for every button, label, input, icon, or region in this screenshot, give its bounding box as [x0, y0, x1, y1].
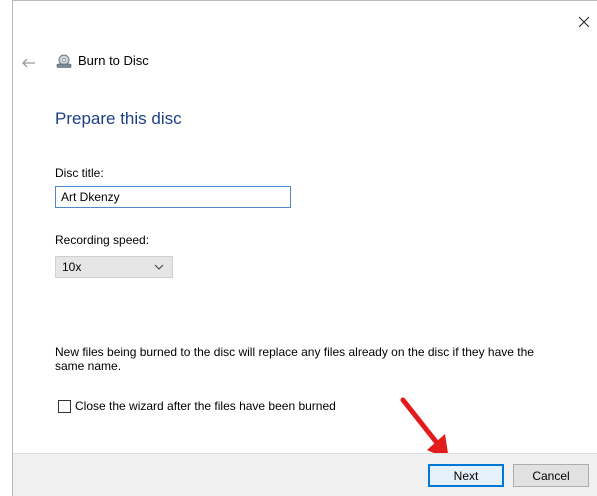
- disc-title-label: Disc title:: [55, 166, 104, 180]
- back-arrow-icon: [22, 58, 35, 68]
- app-title: Burn to Disc: [78, 53, 149, 68]
- page-title: Prepare this disc: [55, 109, 182, 128]
- wizard-footer: Next Cancel: [13, 453, 597, 496]
- recording-speed-value: 10x: [62, 260, 82, 274]
- close-button[interactable]: [571, 9, 597, 35]
- wizard-title-row: Burn to Disc: [56, 53, 149, 68]
- close-wizard-label: Close the wizard after the files have be…: [75, 399, 336, 413]
- close-wizard-option[interactable]: Close the wizard after the files have be…: [58, 399, 336, 413]
- burn-to-disc-window: Burn to Disc Prepare this disc Disc titl…: [12, 0, 597, 496]
- disc-title-input[interactable]: [55, 186, 291, 208]
- chevron-down-icon: [154, 264, 164, 270]
- next-button[interactable]: Next: [428, 464, 504, 487]
- replace-files-notice: New files being burned to the disc will …: [55, 345, 534, 373]
- close-icon: [578, 16, 590, 28]
- recording-speed-dropdown[interactable]: 10x: [55, 256, 173, 278]
- close-wizard-checkbox[interactable]: [58, 399, 71, 413]
- recording-speed-label: Recording speed:: [55, 233, 150, 247]
- disc-burner-icon: [56, 54, 72, 68]
- back-button[interactable]: [20, 54, 38, 72]
- cancel-button[interactable]: Cancel: [513, 464, 589, 487]
